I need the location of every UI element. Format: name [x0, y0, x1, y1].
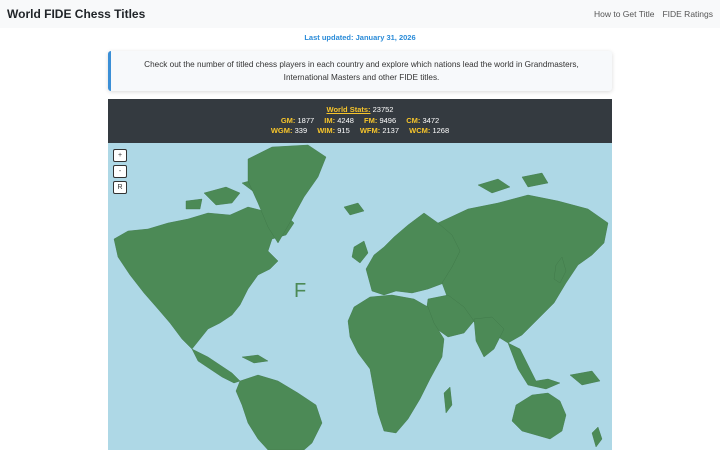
- map-overlay-letter: F: [294, 280, 307, 302]
- zoom-out-button[interactable]: -: [113, 165, 127, 178]
- region-central-america[interactable]: [191, 348, 241, 384]
- region-caribbean[interactable]: [241, 354, 269, 364]
- stats-row-1: GM: 1877 IM: 4248 FM: 9496 CM: 3472: [108, 116, 612, 127]
- region-southeast-asia[interactable]: [507, 342, 561, 390]
- stat-key: WIM:: [317, 126, 336, 135]
- navbar: World FIDE Chess Titles How to Get Title…: [0, 0, 720, 28]
- last-updated-date: January 31, 2026: [355, 33, 416, 42]
- region-australia[interactable]: [511, 392, 567, 440]
- region-south-america[interactable]: [235, 374, 323, 450]
- region-new-zealand[interactable]: [591, 426, 603, 448]
- reset-view-button[interactable]: R: [113, 181, 127, 194]
- stat-value: 339: [294, 126, 308, 135]
- stat-key: WCM:: [409, 126, 431, 135]
- last-updated: Last updated: January 31, 2026: [0, 33, 720, 42]
- region-siberian-islands[interactable]: [477, 172, 549, 194]
- world-stats-label[interactable]: World Stats:: [327, 105, 371, 114]
- world-stats-panel: World Stats: 23752 GM: 1877 IM: 4248 FM:…: [108, 99, 612, 143]
- nav-how-to-get-title[interactable]: How to Get Title: [594, 9, 654, 19]
- nav-links: How to Get Title FIDE Ratings: [594, 9, 713, 19]
- stat-value: 1268: [432, 126, 450, 135]
- stat-value: 4248: [337, 115, 354, 125]
- stats-row-2: WGM: 339 WIM: 915 WFM: 2137 WCM: 1268: [108, 126, 612, 137]
- world-map-svg[interactable]: [108, 143, 612, 450]
- last-updated-label: Last updated:: [304, 33, 354, 42]
- region-british-isles[interactable]: [351, 240, 369, 264]
- site-title[interactable]: World FIDE Chess Titles: [7, 7, 145, 21]
- intro-text: Check out the number of titled chess pla…: [144, 60, 579, 82]
- stat-value: 1877: [297, 115, 315, 125]
- stat-key: GM:: [280, 115, 296, 125]
- world-map[interactable]: + - R F: [108, 143, 612, 450]
- region-africa[interactable]: [347, 294, 445, 434]
- world-stats-total: 23752: [372, 105, 394, 114]
- stats-total-row: World Stats: 23752: [108, 105, 612, 116]
- stat-key: CM:: [406, 115, 421, 125]
- stat-value: 3472: [422, 115, 440, 125]
- region-north-america[interactable]: [113, 206, 295, 350]
- stat-key: WFM:: [359, 126, 381, 135]
- stat-key: WGM:: [270, 126, 293, 135]
- nav-fide-ratings[interactable]: FIDE Ratings: [662, 9, 713, 19]
- stat-key: FM:: [364, 115, 378, 125]
- stat-value: 2137: [382, 126, 400, 135]
- stat-value: 915: [337, 126, 350, 135]
- region-papua[interactable]: [569, 370, 601, 386]
- region-iceland[interactable]: [343, 202, 365, 216]
- region-madagascar[interactable]: [443, 386, 453, 414]
- intro-box: Check out the number of titled chess pla…: [108, 51, 612, 91]
- zoom-in-button[interactable]: +: [113, 149, 127, 162]
- stat-key: IM:: [324, 115, 336, 125]
- stat-value: 9496: [379, 115, 397, 125]
